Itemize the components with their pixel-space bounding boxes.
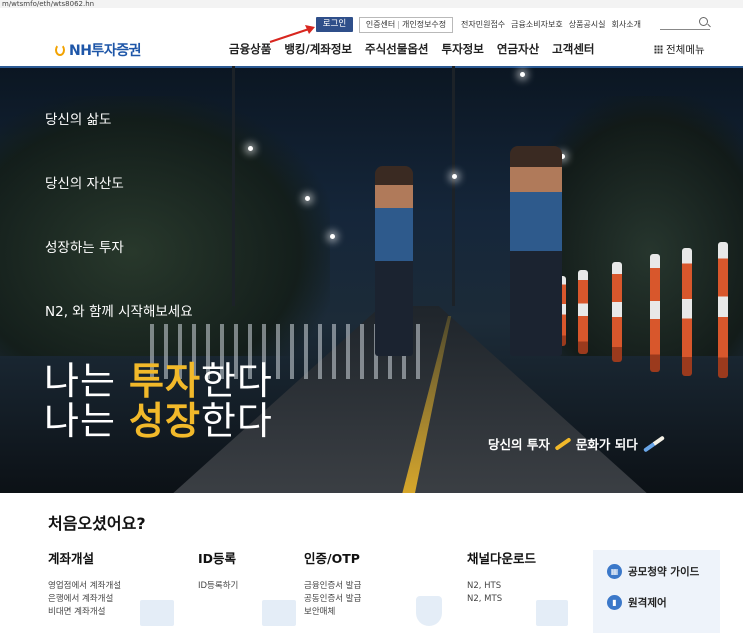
ipo-guide-label: 공모청약 가이드 <box>628 566 700 578</box>
logo-text: NH투자증권 <box>69 43 141 59</box>
id-register-column: ID등록 ID등록하기 <box>198 548 238 591</box>
yellow-brush-icon <box>554 436 572 451</box>
search-icon[interactable] <box>699 17 708 26</box>
hero-line-1: 당신의 삶도 <box>45 112 112 128</box>
quick-links-panel: ▦ 공모청약 가이드 ▮ 원격제어 <box>593 550 720 633</box>
all-menu-button[interactable]: 전체메뉴 <box>654 42 705 57</box>
welcome-heading: 처음오셨어요? <box>48 514 146 533</box>
divider: | <box>397 20 400 29</box>
main-navigation: 금융상품 뱅킹/계좌정보 주식선물옵션 투자정보 연금자산 고객센터 <box>229 41 607 59</box>
bollard <box>682 248 692 376</box>
bollard <box>612 262 622 362</box>
grid-menu-icon <box>654 45 663 54</box>
headline-1-suffix: 한다 <box>200 359 273 403</box>
headline-2-prefix: 나는 <box>44 399 129 443</box>
street-pole <box>452 66 455 306</box>
runner-woman <box>375 166 413 356</box>
utility-links: 전자민원접수 금융소비자보호 상품공시실 회사소개 <box>461 17 647 32</box>
slogan-part-a: 당신의 투자 <box>488 437 550 452</box>
nav-banking[interactable]: 뱅킹/계좌정보 <box>284 41 352 59</box>
hero-banner[interactable]: 당신의 삶도 당신의 자산도 성장하는 투자 N2, 와 함께 시작해보세요 나… <box>0 66 743 493</box>
account-open-column: 계좌개설 영업점에서 계좌개설 은행에서 계좌개설 비대면 계좌개설 <box>48 548 121 617</box>
channel-download-title: 채널다운로드 <box>467 551 537 566</box>
mts-download-link[interactable]: N2, MTS <box>467 593 502 606</box>
nav-customer-center[interactable]: 고객센터 <box>552 41 594 59</box>
cert-edit-box: 인증센터 | 개인정보수정 <box>359 17 453 33</box>
nh-logo[interactable]: NH투자증권 <box>55 41 141 59</box>
remote-control-label: 원격제어 <box>628 597 667 609</box>
street-lamp <box>520 72 525 77</box>
headline-1-prefix: 나는 <box>44 359 129 403</box>
street-lamp <box>248 146 253 151</box>
account-open-bank-link[interactable]: 은행에서 계좌개설 <box>48 593 113 606</box>
search-input[interactable] <box>660 16 710 30</box>
logo-mark-icon <box>55 44 65 56</box>
edit-info-link[interactable]: 개인정보수정 <box>402 20 446 29</box>
account-open-title: 계좌개설 <box>48 551 95 566</box>
hts-download-link[interactable]: N2, HTS <box>467 580 501 593</box>
hero-line-4: N2, 와 함께 시작해보세요 <box>45 304 193 320</box>
hero-headline-2: 나는 성장한다 <box>44 402 273 440</box>
hero-line-3: 성장하는 투자 <box>45 240 124 256</box>
hero-line-2: 당신의 자산도 <box>45 176 124 192</box>
id-card-illustration-icon <box>262 600 296 626</box>
street-lamp <box>452 174 457 179</box>
calendar-icon: ▦ <box>607 564 622 579</box>
street-lamp <box>305 196 310 201</box>
channel-download-column: 채널다운로드 N2, HTS N2, MTS <box>467 548 537 604</box>
street-pole <box>232 66 235 306</box>
ipo-guide-link[interactable]: ▦ 공모청약 가이드 <box>607 564 699 579</box>
bollard <box>650 254 660 372</box>
cert-center-link[interactable]: 인증센터 <box>366 20 395 29</box>
product-disclosure-link[interactable]: 상품공시실 <box>569 20 606 29</box>
monitor-illustration-icon <box>536 600 568 626</box>
hero-top-border <box>0 66 743 68</box>
account-open-nonface-link[interactable]: 비대면 계좌개설 <box>48 606 105 619</box>
runner-man <box>510 146 562 356</box>
login-button[interactable]: 로그인 <box>316 17 353 32</box>
headline-2-suffix: 한다 <box>200 399 273 443</box>
company-intro-link[interactable]: 회사소개 <box>612 20 641 29</box>
slogan-part-b: 문화가 되다 <box>575 437 638 452</box>
hero-headline-1: 나는 투자한다 <box>44 362 273 400</box>
remote-control-link[interactable]: ▮ 원격제어 <box>607 595 667 610</box>
cert-otp-column: 인증/OTP 금융인증서 발급 공동인증서 발급 보안매체 <box>304 548 361 617</box>
joint-cert-link[interactable]: 공동인증서 발급 <box>304 593 361 606</box>
headline-1-highlight: 투자 <box>129 359 201 403</box>
id-register-title: ID등록 <box>198 551 237 566</box>
street-lamp <box>330 234 335 239</box>
cert-otp-title: 인증/OTP <box>304 551 360 566</box>
financial-cert-link[interactable]: 금융인증서 발급 <box>304 580 361 593</box>
security-media-link[interactable]: 보안매체 <box>304 606 335 619</box>
nav-investment-info[interactable]: 투자정보 <box>442 41 484 59</box>
nav-stocks-futures[interactable]: 주식선물옵션 <box>365 41 428 59</box>
hero-slogan: 당신의 투자 문화가 되다 <box>488 434 670 453</box>
nav-financial-products[interactable]: 금융상품 <box>229 41 271 59</box>
id-register-link[interactable]: ID등록하기 <box>198 580 238 593</box>
address-bar[interactable]: m/wtsmfo/eth/wts8062.hn <box>0 0 743 8</box>
account-open-branch-link[interactable]: 영업점에서 계좌개설 <box>48 580 121 593</box>
mouse-icon: ▮ <box>607 595 622 610</box>
consumer-protection-link[interactable]: 금융소비자보호 <box>511 20 563 29</box>
bollard <box>578 270 588 354</box>
card-illustration-icon <box>140 600 174 626</box>
nav-pension[interactable]: 연금자산 <box>497 41 539 59</box>
civil-complaint-link[interactable]: 전자민원접수 <box>461 20 505 29</box>
shield-illustration-icon <box>416 596 442 626</box>
blue-white-brush-icon <box>642 434 665 453</box>
all-menu-label: 전체메뉴 <box>666 44 705 56</box>
bollard <box>718 242 728 378</box>
headline-2-highlight: 성장 <box>129 399 201 443</box>
